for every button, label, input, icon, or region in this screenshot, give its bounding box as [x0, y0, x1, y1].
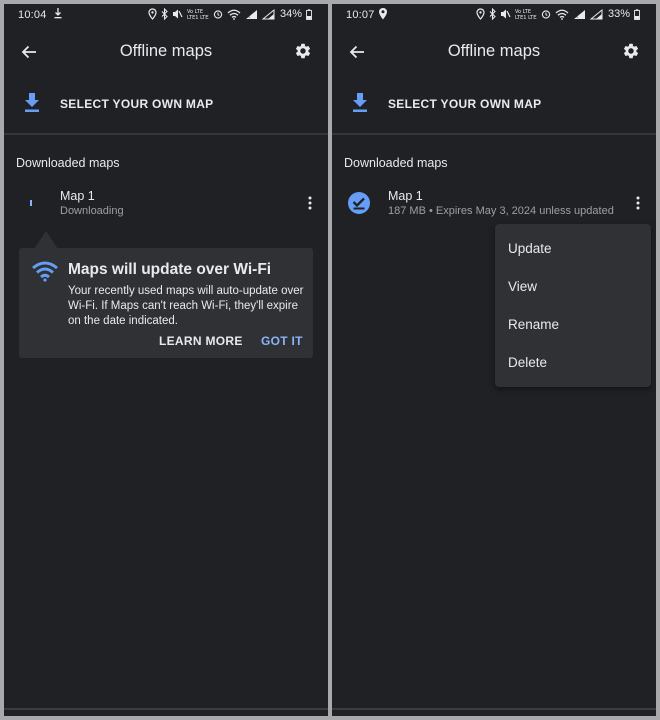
mute-status-icon: [172, 9, 183, 19]
learn-more-button[interactable]: LEARN MORE: [159, 334, 243, 348]
volte-status-icon: Vo LTELTE1 LTE2: [515, 9, 537, 20]
map-name: Map 1: [388, 189, 423, 203]
bluetooth-status-icon: [161, 8, 168, 20]
battery-percent: 33%: [607, 8, 630, 20]
more-options-button[interactable]: [302, 192, 318, 214]
section-header-downloaded-maps: Downloaded maps: [344, 156, 448, 170]
gear-icon: [623, 43, 639, 59]
svg-text:LTE1 LTE2: LTE1 LTE2: [187, 15, 209, 20]
select-map-label: SELECT YOUR OWN MAP: [60, 97, 214, 111]
status-icons: Vo LTELTE1 LTE2 R 34%: [148, 8, 312, 20]
app-bar: Offline maps: [332, 26, 656, 78]
menu-item-delete[interactable]: Delete: [508, 355, 547, 370]
download-icon: [25, 93, 39, 112]
divider: [332, 133, 656, 135]
alarm-status-icon: [213, 10, 223, 19]
select-your-own-map-button[interactable]: SELECT YOUR OWN MAP: [4, 82, 328, 132]
wifi-status-icon: [555, 9, 569, 20]
phone-screen-left: 10:04 Vo LTELTE1 LTE2 R 34% Offline maps: [4, 4, 328, 716]
more-vert-icon: [308, 196, 312, 210]
battery-icon: [634, 8, 640, 20]
status-time: 10:04: [18, 9, 47, 21]
menu-item-view[interactable]: View: [508, 279, 537, 294]
signal-status-icon: R: [573, 9, 585, 20]
divider: [4, 133, 328, 135]
signal-status-icon-2: [261, 8, 275, 19]
location-status-icon: [148, 8, 157, 20]
menu-item-rename[interactable]: Rename: [508, 317, 559, 332]
wifi-update-tooltip: Maps will update over Wi-Fi Your recentl…: [19, 248, 313, 358]
svg-text:LTE1 LTE2: LTE1 LTE2: [515, 15, 537, 20]
gear-icon: [295, 43, 311, 59]
more-vert-icon: [636, 196, 640, 210]
mute-status-icon: [500, 9, 511, 19]
tooltip-body: Your recently used maps will auto-update…: [68, 285, 304, 327]
wifi-status-icon: [227, 9, 241, 20]
status-time: 10:07: [346, 9, 375, 21]
status-icons: Vo LTELTE1 LTE2 R 33%: [476, 8, 640, 20]
menu-item-update[interactable]: Update: [508, 241, 552, 256]
section-header-downloaded-maps: Downloaded maps: [16, 156, 120, 170]
page-title: Offline maps: [119, 42, 213, 60]
battery-icon: [306, 8, 312, 20]
download-status-icon: [54, 8, 62, 19]
signal-status-icon: R: [245, 9, 257, 20]
phone-screen-right: 10:07 Vo LTELTE1 LTE2 R 33% Offline maps: [332, 4, 656, 716]
svg-text:R: R: [246, 14, 250, 20]
battery-percent: 34%: [279, 8, 302, 20]
svg-text:R: R: [574, 14, 578, 20]
app-bar: Offline maps: [4, 26, 328, 78]
map-name: Map 1: [60, 189, 95, 203]
settings-button[interactable]: [618, 38, 644, 64]
map-status: Downloading: [60, 205, 124, 217]
bluetooth-status-icon: [489, 8, 496, 20]
bottom-divider: [332, 708, 656, 710]
downloaded-map-item[interactable]: Map 1 Downloading: [4, 184, 328, 230]
wifi-icon: [32, 261, 58, 282]
download-icon: [353, 93, 367, 112]
volte-status-icon: Vo LTELTE1 LTE2: [187, 9, 209, 20]
signal-status-icon-2: [589, 8, 603, 19]
status-bar: 10:07 Vo LTELTE1 LTE2 R 33%: [332, 4, 656, 26]
page-title: Offline maps: [447, 42, 541, 60]
location-status-icon: [476, 8, 485, 20]
map-status: 187 MB • Expires May 3, 2024 unless upda…: [388, 205, 614, 217]
got-it-button[interactable]: GOT IT: [261, 334, 303, 348]
overflow-menu: Update View Rename Delete: [495, 224, 651, 387]
location-status-icon: [379, 8, 387, 20]
select-your-own-map-button[interactable]: SELECT YOUR OWN MAP: [332, 82, 656, 132]
bottom-divider: [4, 708, 328, 710]
settings-button[interactable]: [290, 38, 316, 64]
tooltip-title: Maps will update over Wi-Fi: [68, 261, 272, 278]
select-map-label: SELECT YOUR OWN MAP: [388, 97, 542, 111]
status-bar: 10:04 Vo LTELTE1 LTE2 R 34%: [4, 4, 328, 26]
download-progress-icon: [18, 190, 44, 216]
tooltip-pointer: [34, 231, 58, 249]
check-circle-icon: [346, 190, 372, 216]
more-options-button[interactable]: [630, 192, 646, 214]
alarm-status-icon: [541, 10, 551, 19]
